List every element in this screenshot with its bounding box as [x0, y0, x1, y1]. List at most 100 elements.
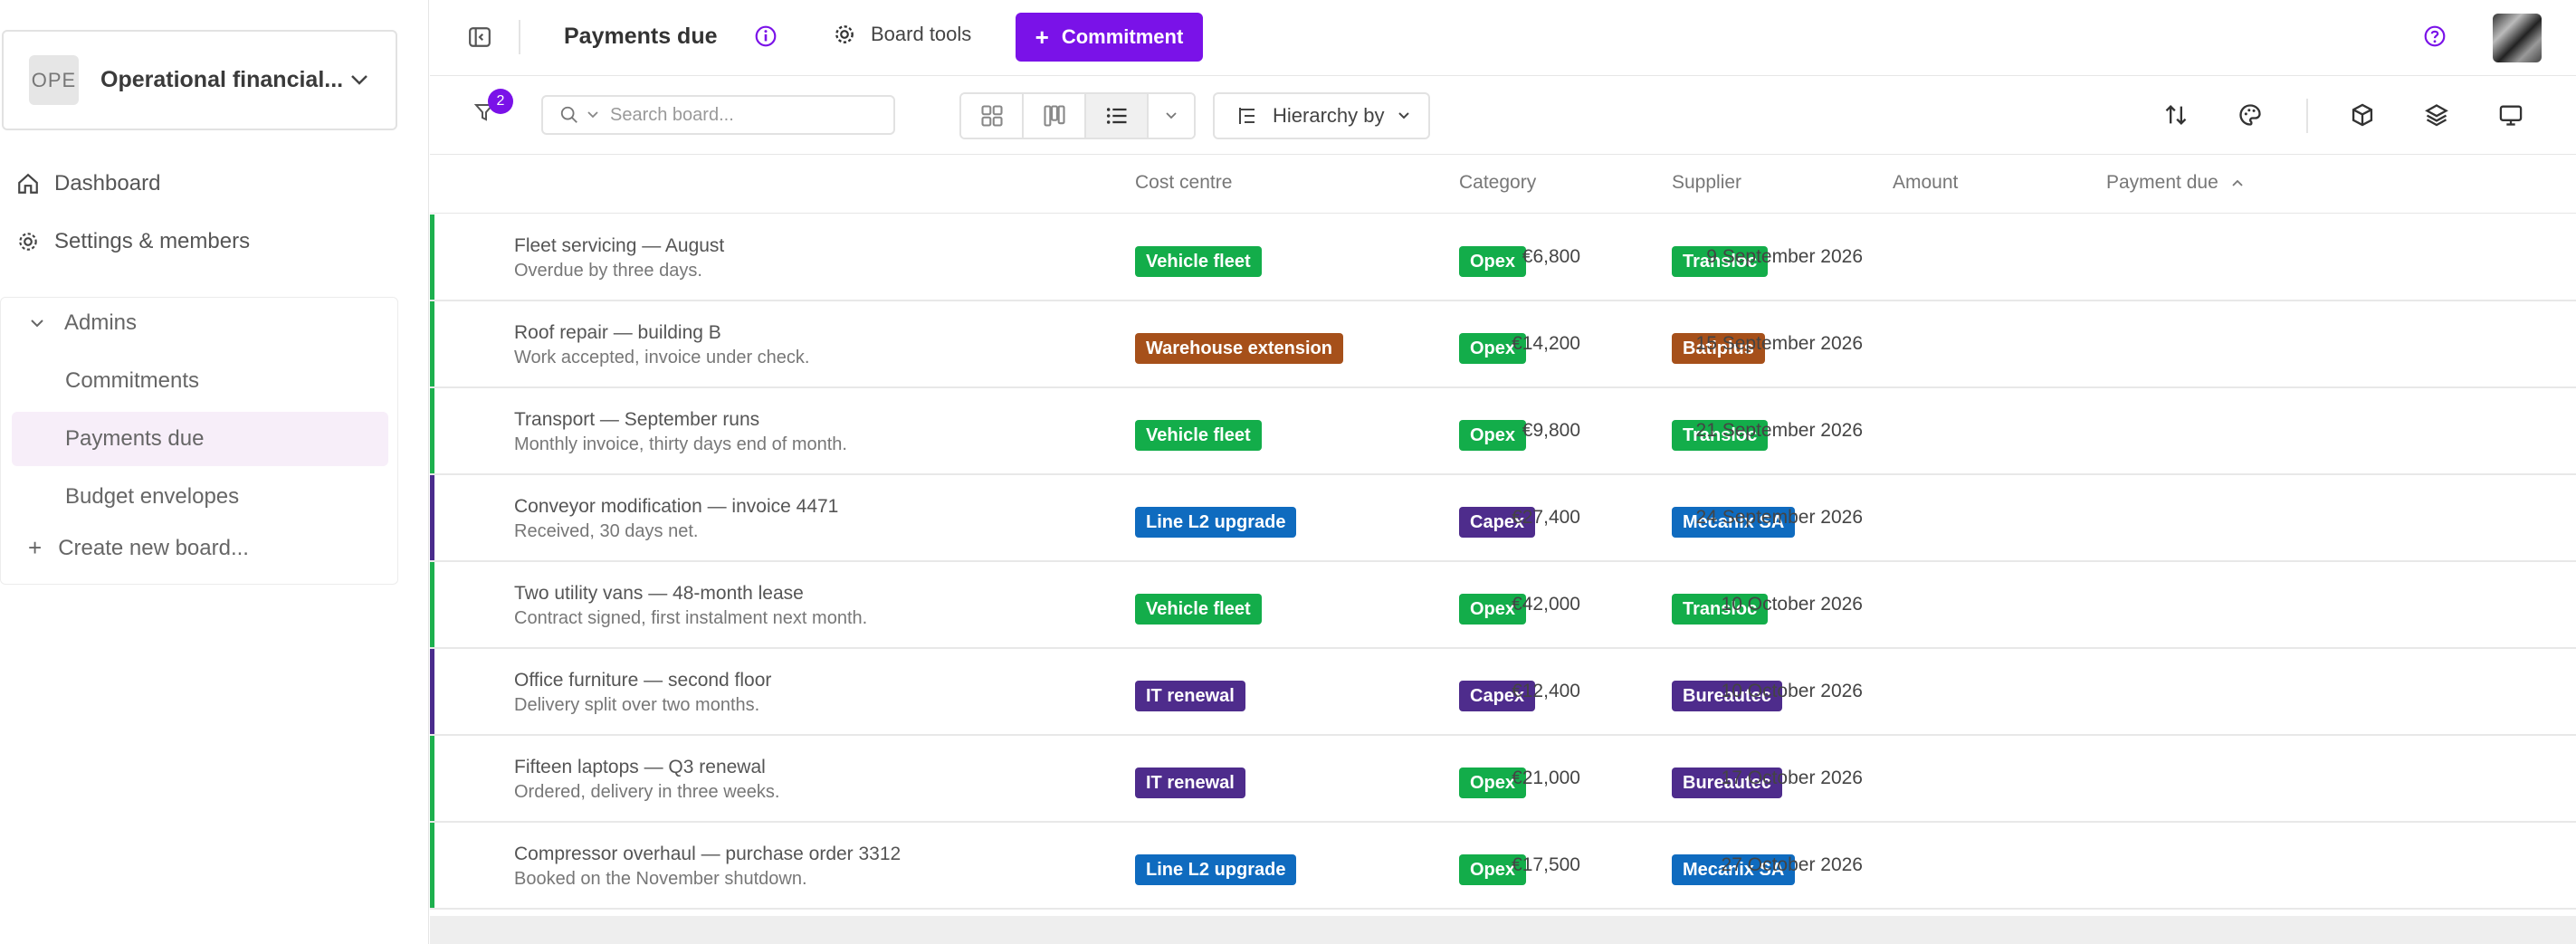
sidebar-collapse-icon[interactable] [468, 25, 491, 49]
amount-value: €6,800 [1522, 246, 1580, 267]
table-row[interactable]: Fleet servicing — August Overdue by three… [430, 215, 2576, 301]
gear-icon [835, 25, 854, 43]
nav-settings[interactable]: Settings & members [16, 229, 250, 254]
amount-value: €9,800 [1522, 420, 1580, 441]
group-label: Admins [64, 310, 138, 335]
board-item-label: Commitments [65, 368, 200, 393]
table-row[interactable]: Compressor overhaul — purchase order 331… [430, 823, 2576, 910]
cost-centre-tag[interactable]: Vehicle fleet [1135, 594, 1262, 625]
column-header-payment-due[interactable]: Payment due [2106, 172, 2244, 194]
empty-area [430, 916, 2576, 944]
list-view-button[interactable] [1086, 94, 1149, 138]
help-icon[interactable] [2423, 24, 2447, 48]
column-header-cost-centre[interactable]: Cost centre [1135, 172, 1232, 194]
row-title: Office furniture — second floor [514, 670, 772, 691]
table-row[interactable]: Roof repair — building B Work accepted, i… [430, 301, 2576, 388]
payment-due-value: 9 September 2026 [1706, 246, 1863, 267]
view-options-dropdown[interactable] [1149, 94, 1194, 138]
hierarchy-by-dropdown[interactable]: Hierarchy by [1213, 92, 1430, 139]
cost-centre-tag[interactable]: Vehicle fleet [1135, 246, 1262, 277]
add-commitment-button[interactable]: + Commitment [1016, 13, 1203, 62]
board-tools-label: Board tools [871, 23, 972, 45]
payment-due-value: 10 October 2026 [1721, 681, 1863, 701]
sort-icon[interactable] [2163, 102, 2189, 128]
row-subtitle: Received, 30 days net. [514, 521, 699, 541]
row-status-bar [430, 649, 434, 734]
nav-settings-label: Settings & members [54, 229, 251, 253]
kanban-view-icon [1043, 105, 1065, 127]
palette-icon[interactable] [2237, 102, 2263, 128]
view-switcher [959, 92, 1196, 139]
category-tag[interactable]: Opex [1459, 246, 1527, 277]
home-icon [18, 173, 38, 194]
cost-centre-tag[interactable]: IT renewal [1135, 768, 1245, 798]
cost-centre-tag[interactable]: IT renewal [1135, 681, 1245, 711]
search-icon [560, 106, 577, 123]
row-status-bar [430, 475, 434, 560]
cost-centre-tag[interactable]: Line L2 upgrade [1135, 507, 1297, 538]
commitment-label: Commitment [1061, 25, 1184, 48]
create-board-link[interactable]: + Create new board... [28, 534, 249, 562]
amount-value: €21,000 [1512, 768, 1580, 788]
workspace-name: Operational financial... [100, 67, 344, 92]
board-item-label: Budget envelopes [65, 484, 240, 509]
board-tools-button[interactable]: Board tools [833, 23, 971, 46]
cost-centre-tag[interactable]: Line L2 upgrade [1135, 854, 1297, 885]
info-icon[interactable] [754, 24, 778, 48]
table-row[interactable]: Transport — September runs Monthly invoic… [430, 388, 2576, 475]
kanban-view-button[interactable] [1024, 94, 1086, 138]
column-header-category[interactable]: Category [1459, 172, 1536, 194]
table-header: Cost centre Category Supplier Amount Pay… [430, 156, 2576, 214]
filter-count-badge: 2 [488, 89, 513, 114]
table-row[interactable]: Fifteen laptops — Q3 renewal Ordered, del… [430, 736, 2576, 823]
grid-view-icon [980, 105, 1003, 127]
workspace-avatar: OPE [29, 55, 79, 105]
cost-centre-tag[interactable]: Vehicle fleet [1135, 420, 1262, 451]
gear-icon [19, 233, 37, 251]
column-label: Supplier [1672, 172, 1742, 193]
category-tag[interactable]: Opex [1459, 420, 1527, 451]
board-item-commitments[interactable]: Commitments [12, 354, 388, 408]
payment-due-value: 24 September 2026 [1695, 507, 1863, 528]
column-label: Cost centre [1135, 172, 1233, 193]
payment-due-value: 21 September 2026 [1695, 420, 1863, 441]
amount-value: €12,400 [1512, 681, 1580, 701]
nav-dashboard[interactable]: Dashboard [16, 171, 160, 196]
board-item-budget-envelopes[interactable]: Budget envelopes [12, 470, 388, 524]
column-label: Payment due [2106, 172, 2218, 193]
row-subtitle: Overdue by three days. [514, 261, 702, 281]
amount-value: €17,500 [1512, 854, 1580, 875]
column-header-supplier[interactable]: Supplier [1672, 172, 1741, 194]
chevron-down-icon [31, 319, 43, 328]
grid-view-button[interactable] [961, 94, 1024, 138]
monitor-icon[interactable] [2498, 102, 2524, 128]
row-title: Compressor overhaul — purchase order 331… [514, 844, 902, 864]
chevron-down-icon[interactable] [587, 110, 599, 119]
payment-due-value: 15 September 2026 [1695, 333, 1863, 354]
table-row[interactable]: Conveyor modification — invoice 4471 Rece… [430, 475, 2576, 562]
divider [2306, 99, 2308, 133]
column-label: Category [1459, 172, 1537, 193]
row-subtitle: Delivery split over two months. [514, 695, 760, 715]
group-header[interactable]: Admins [30, 310, 137, 336]
row-subtitle: Work accepted, invoice under check. [514, 348, 810, 367]
board-item-payments-due[interactable]: Payments due [12, 412, 388, 466]
chevron-down-icon [1166, 112, 1177, 119]
board-toolbar: 2 Hierarchy by [430, 77, 2576, 155]
column-header-amount[interactable]: Amount [1893, 172, 1958, 194]
cube-icon[interactable] [2350, 102, 2375, 128]
row-status-bar [430, 215, 434, 300]
layers-icon[interactable] [2424, 102, 2449, 128]
user-avatar[interactable] [2493, 14, 2542, 62]
table-row[interactable]: Two utility vans — 48-month lease Contrac… [430, 562, 2576, 649]
row-subtitle: Contract signed, first instalment next m… [514, 608, 868, 628]
workspace-switcher[interactable]: OPE Operational financial... [2, 30, 397, 130]
row-title: Fleet servicing — August [514, 235, 725, 256]
table-row[interactable]: Office furniture — second floor Delivery … [430, 649, 2576, 736]
row-title: Fifteen laptops — Q3 renewal [514, 757, 766, 777]
amount-value: €14,200 [1512, 333, 1580, 354]
row-status-bar [430, 562, 434, 647]
cost-centre-tag[interactable]: Warehouse extension [1135, 333, 1343, 364]
row-subtitle: Monthly invoice, thirty days end of mont… [514, 434, 847, 454]
search-input[interactable] [610, 104, 845, 126]
